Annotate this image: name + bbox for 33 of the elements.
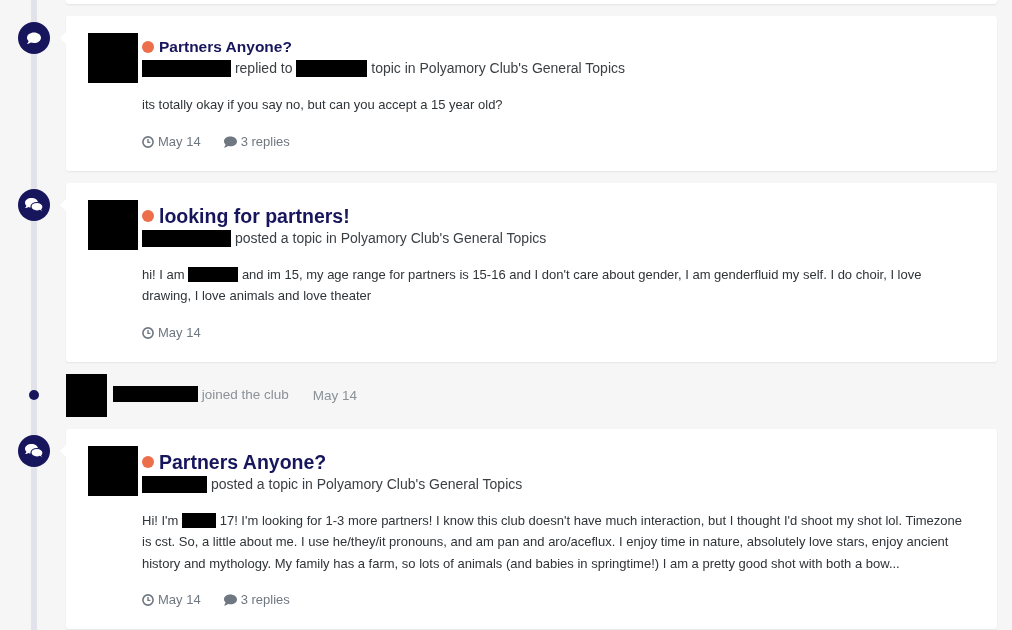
activity-text: posted a topic in Polyamory Club's General Topics [142,227,975,248]
redaction-bar [182,512,217,528]
avatar [88,33,138,83]
timeline-dot-icon [29,390,39,400]
speech-bubble-icon [222,135,237,148]
speech-bubbles-icon [18,188,50,221]
clock-icon [142,326,154,339]
redaction-bar [142,475,207,493]
post-date: May 14 [158,323,201,342]
speech-bubbles-icon [18,434,50,467]
topic-title-link[interactable]: Partners Anyone? [159,449,327,474]
post-date: May 14 [312,387,358,403]
clock-icon [142,594,154,606]
topic-title-link[interactable]: looking for partners! [159,203,350,228]
speech-bubble-icon [222,594,237,606]
post-date: May 14 [158,591,201,609]
avatar [88,199,138,250]
avatar [66,373,107,417]
avatar [88,445,138,496]
post-excerpt: hi! I am and im 15, my age range for partners is 15-16 and I don't care about gender, I am genderfluid my self. I do choir, I love drawing, I love animals and love theater [142,265,923,305]
activity-text: replied to topic in Polyamory Club's General Topics [142,58,975,78]
post-excerpt: its totally okay if you say no, but can you accept a 15 year old? [142,96,504,114]
reply-count: 3 replies [240,132,290,151]
clock-icon [142,135,154,148]
post-excerpt: Hi! I'm 17! I'm looking for 1-3 more partners! I know this club doesn't have much interaction, but I thought I'd shoot my shot lol. Timezone is cst. So, a little about me. I use he/they/it pronouns, and am pan and aro/aceflux. I enjoy time in nature, absolutely love stars, enjoy ancient history and mythology. My family has a farm, so lots of animals (and babies in springtime!) I am a pretty good shot with both a bow... [142,511,963,573]
activity-text: joined the club [113,385,289,405]
topic-title-link[interactable]: Partners Anyone? [159,36,292,58]
speech-bubble-icon [18,22,50,54]
activity-text: posted a topic in Polyamory Club's General Topics [142,473,975,494]
redaction-bar [188,266,239,282]
redaction-bar [296,60,368,77]
reply-count: 3 replies [240,591,290,609]
post-date: May 14 [158,132,201,151]
